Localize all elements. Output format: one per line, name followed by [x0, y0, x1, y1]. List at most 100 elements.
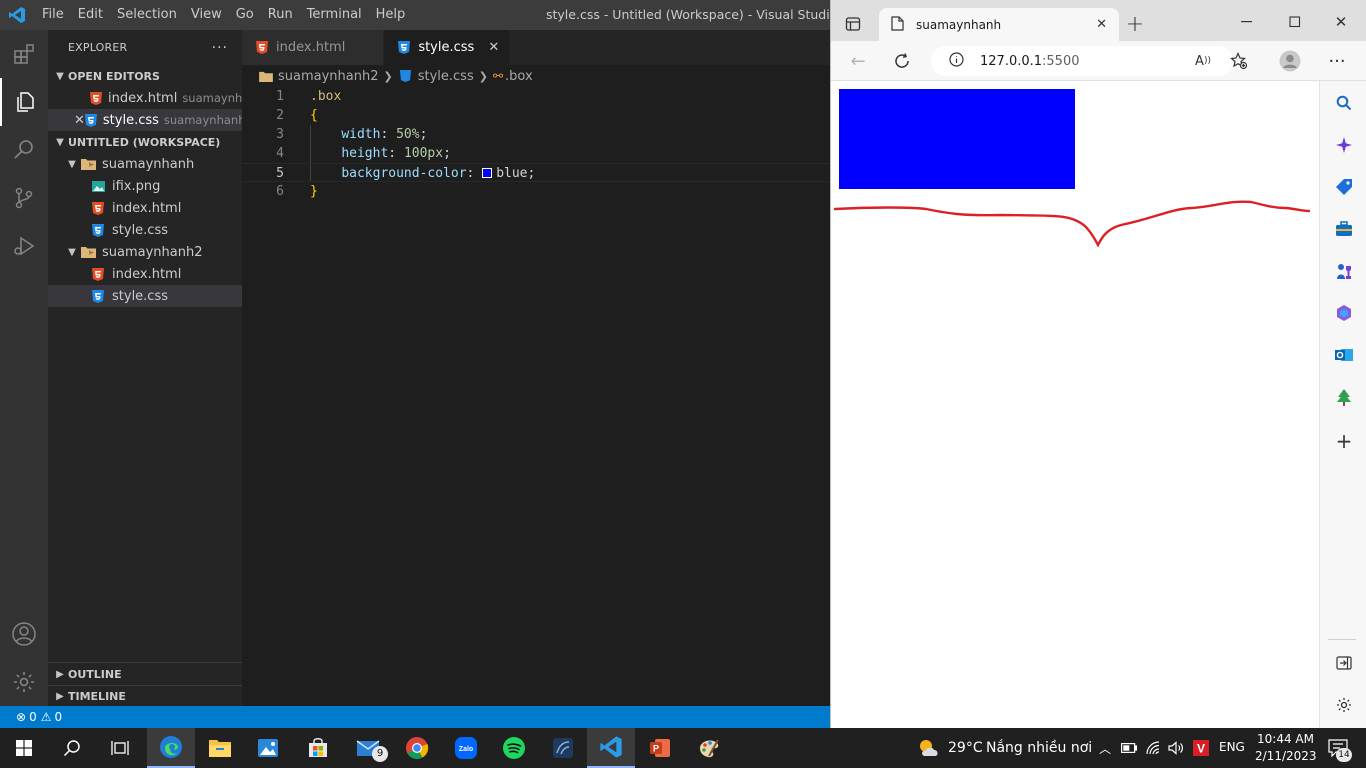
tree-icon[interactable]: [1320, 383, 1366, 411]
vietnamese-input-icon[interactable]: V: [1190, 728, 1212, 768]
sidebar-settings-gear-icon[interactable]: [1320, 691, 1366, 719]
folder-suamaynhanh[interactable]: ▼ suamaynhanh: [48, 153, 242, 175]
clock-date[interactable]: 2/11/2023: [1255, 749, 1317, 763]
run-debug-icon[interactable]: [0, 222, 48, 270]
powerpoint-icon[interactable]: P: [636, 728, 684, 768]
breadcrumb-folder[interactable]: suamaynhanh2: [278, 69, 379, 84]
open-editor-index-html[interactable]: index.html suamaynh...: [48, 87, 242, 109]
line-number: 2: [276, 108, 284, 123]
games-chess-icon[interactable]: [1320, 257, 1366, 285]
workspace-header[interactable]: ▼ UNTITLED (WORKSPACE): [48, 131, 242, 153]
menu-view[interactable]: View: [184, 0, 229, 30]
notification-center-icon[interactable]: 14: [1318, 728, 1358, 768]
code-line: 1 .box: [242, 87, 830, 106]
file-ifix-png[interactable]: ifix.png: [48, 175, 242, 197]
extensions-icon[interactable]: [0, 30, 48, 78]
more-actions-icon[interactable]: ···: [212, 40, 228, 56]
page-file-icon: [891, 15, 904, 34]
editor-tabs: index.html style.css ✕: [242, 30, 830, 65]
file-explorer-icon[interactable]: [196, 728, 244, 768]
tab-index-html[interactable]: index.html: [242, 30, 385, 65]
tab-style-css[interactable]: style.css ✕: [384, 30, 511, 65]
photos-icon[interactable]: [244, 728, 292, 768]
close-window-icon[interactable]: ✕: [1329, 12, 1353, 32]
minimize-icon[interactable]: [1235, 12, 1259, 32]
outline-header[interactable]: ▶ OUTLINE: [48, 663, 242, 685]
file-index-html-2[interactable]: index.html: [48, 263, 242, 285]
back-arrow-icon[interactable]: ←: [847, 51, 869, 72]
add-favorite-icon[interactable]: [1227, 51, 1251, 71]
folder-suamaynhanh2[interactable]: ▼ suamaynhanh2: [48, 241, 242, 263]
browser-tab[interactable]: suamaynhanh ✕: [879, 8, 1119, 41]
mail-icon[interactable]: 9: [344, 728, 392, 768]
profile-avatar-icon[interactable]: [1277, 49, 1303, 73]
search-icon[interactable]: [0, 126, 48, 174]
battery-icon[interactable]: [1118, 728, 1140, 768]
task-view-icon[interactable]: [96, 728, 144, 768]
windows-start-icon[interactable]: [0, 728, 48, 768]
settings-more-icon[interactable]: ···: [1325, 49, 1349, 73]
color-swatch-icon[interactable]: [482, 168, 493, 178]
paint-icon[interactable]: [685, 728, 733, 768]
chevron-up-icon[interactable]: ︿: [1094, 728, 1116, 768]
menu-file[interactable]: File: [34, 0, 71, 30]
open-editor-name: index.html: [108, 90, 178, 106]
volume-icon[interactable]: [1165, 728, 1187, 768]
tools-briefcase-icon[interactable]: [1320, 215, 1366, 243]
file-style-css-2[interactable]: style.css: [48, 285, 242, 307]
file-style-css[interactable]: style.css: [48, 219, 242, 241]
close-icon[interactable]: ✕: [74, 113, 85, 128]
add-plus-icon[interactable]: +: [1320, 427, 1366, 455]
search-icon[interactable]: [1320, 89, 1366, 117]
tab-actions-icon[interactable]: [843, 14, 863, 34]
menu-run[interactable]: Run: [261, 0, 300, 30]
menu-help[interactable]: Help: [369, 0, 413, 30]
problems-indicator[interactable]: ⊗ 0 ⚠ 0: [16, 710, 62, 724]
database-tool-icon[interactable]: [539, 728, 587, 768]
taskbar-search-icon[interactable]: [48, 728, 96, 768]
menu-go[interactable]: Go: [229, 0, 261, 30]
outlook-icon[interactable]: [1320, 341, 1366, 369]
explorer-files-icon[interactable]: [0, 78, 48, 126]
input-language[interactable]: ENG: [1219, 740, 1245, 754]
code-editor[interactable]: 1 .box 2{ 3 width: 50%; 4 height: 100px; …: [242, 87, 830, 201]
spotify-icon[interactable]: [490, 728, 538, 768]
folder-name: suamaynhanh2: [102, 244, 203, 260]
new-tab-plus-icon[interactable]: +: [1123, 12, 1147, 37]
timeline-header[interactable]: ▶ TIMELINE: [48, 685, 242, 707]
maximize-icon[interactable]: [1283, 12, 1307, 32]
open-editor-style-css[interactable]: ✕ style.css suamaynhanh2: [48, 109, 242, 131]
clock-time[interactable]: 10:44 AM: [1257, 732, 1314, 746]
address-bar[interactable]: 127.0.0.1:5500: [931, 46, 1233, 76]
discover-sparkle-icon[interactable]: [1320, 131, 1366, 159]
microsoft-365-icon[interactable]: [1320, 299, 1366, 327]
edge-taskbar-icon[interactable]: [147, 728, 195, 768]
zalo-icon[interactable]: Zalo: [442, 728, 490, 768]
accounts-icon[interactable]: [0, 610, 48, 658]
chrome-icon[interactable]: [393, 728, 441, 768]
vscode-taskbar-icon[interactable]: [587, 728, 635, 768]
menu-selection[interactable]: Selection: [110, 0, 184, 30]
close-icon[interactable]: ✕: [488, 40, 499, 55]
code-line-current: 5 background-color: blue;: [242, 163, 830, 182]
weather-description[interactable]: Nắng nhiều nơi: [986, 740, 1092, 756]
source-control-icon[interactable]: [0, 174, 48, 222]
settings-gear-icon[interactable]: [0, 658, 48, 706]
shopping-tag-icon[interactable]: [1320, 173, 1366, 201]
hide-sidebar-icon[interactable]: [1320, 649, 1366, 677]
css-property: height: [341, 146, 389, 161]
site-info-icon[interactable]: [949, 51, 964, 71]
breadcrumb-symbol[interactable]: .box: [505, 69, 533, 84]
weather-temperature[interactable]: 29°C: [948, 740, 983, 756]
file-index-html[interactable]: index.html: [48, 197, 242, 219]
refresh-icon[interactable]: [891, 50, 913, 72]
breadcrumb-file[interactable]: style.css: [418, 69, 474, 84]
close-tab-icon[interactable]: ✕: [1096, 17, 1107, 32]
menu-edit[interactable]: Edit: [71, 0, 110, 30]
open-editors-header[interactable]: ▼ OPEN EDITORS: [48, 65, 242, 87]
weather-sun-cloud-icon[interactable]: [906, 728, 952, 768]
menu-terminal[interactable]: Terminal: [300, 0, 369, 30]
read-aloud-icon[interactable]: A)): [1191, 51, 1215, 71]
microsoft-store-icon[interactable]: [294, 728, 342, 768]
wifi-icon[interactable]: [1142, 728, 1164, 768]
